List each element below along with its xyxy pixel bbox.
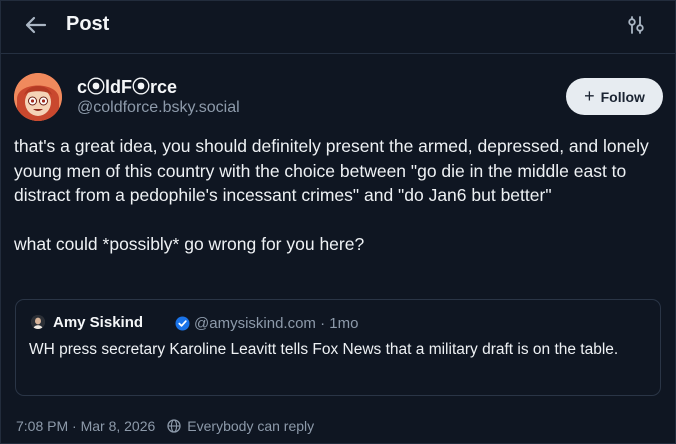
post-paragraph: that's a great idea, you should definite…: [14, 136, 649, 205]
globe-icon: [167, 419, 181, 433]
post-thread-view: Post c⦿ldF⦿rce @coldforce.bsky.social +: [0, 0, 676, 444]
author-avatar[interactable]: [14, 73, 62, 121]
quote-author-handle: @amysiskind.com · 1mo: [194, 315, 359, 332]
quote-text: WH press secretary Karoline Leavitt tell…: [29, 341, 619, 358]
author-display-name[interactable]: c⦿ldF⦿rce: [77, 73, 177, 99]
avatar-image: [14, 73, 62, 121]
post-paragraph: what could *possibly* go wrong for you h…: [14, 234, 365, 254]
author-handle[interactable]: @coldforce.bsky.social: [77, 99, 240, 117]
follow-button[interactable]: + Follow: [566, 78, 663, 115]
quoted-post[interactable]: Amy Siskind @amysiskind.com · 1mo WH pre…: [15, 299, 661, 396]
verified-check-icon: [175, 316, 190, 331]
avatar-image: [31, 315, 45, 329]
post-timestamp[interactable]: 7:08 PM · Mar 8, 2026: [16, 418, 155, 434]
post-body: that's a great idea, you should definite…: [14, 134, 664, 257]
thread-settings-button[interactable]: [625, 15, 649, 35]
back-button[interactable]: [19, 11, 53, 39]
follow-button-label: Follow: [600, 88, 645, 105]
post-meta: 7:08 PM · Mar 8, 2026 Everybody can repl…: [16, 417, 314, 435]
arrow-left-icon: [25, 16, 47, 34]
plus-icon: +: [584, 86, 595, 106]
header-bar: Post: [1, 1, 675, 54]
quote-author-name: Amy Siskind: [53, 314, 144, 331]
sliders-icon: [628, 16, 644, 34]
reply-setting[interactable]: Everybody can reply: [187, 418, 314, 434]
quote-author-avatar: [31, 315, 45, 329]
page-title: Post: [66, 13, 110, 35]
